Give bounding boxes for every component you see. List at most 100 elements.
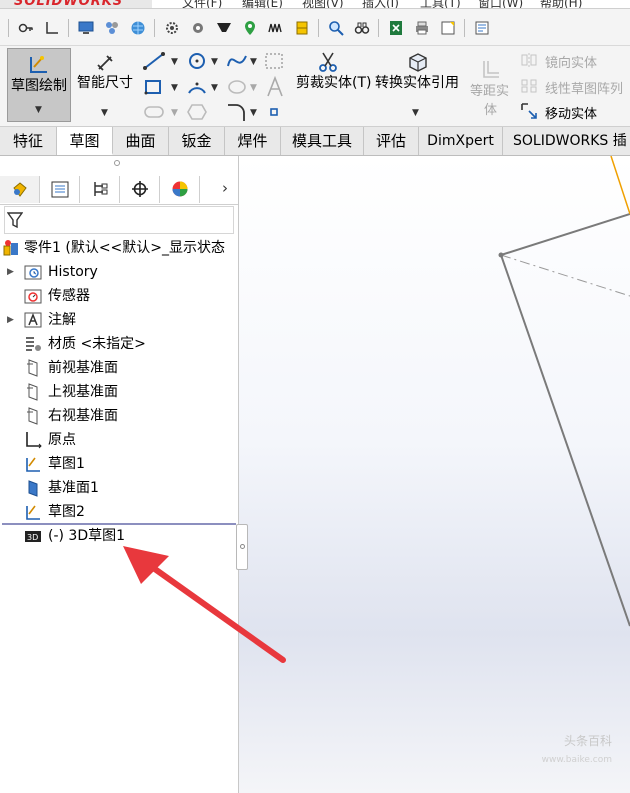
ellipse-icon[interactable]	[226, 78, 248, 96]
sensor-icon	[24, 289, 42, 304]
watermark-brand: 头条百科	[563, 734, 612, 748]
chevron-down-icon[interactable]: ▼	[211, 83, 218, 93]
tab-dimxpert[interactable]: DimXpert	[419, 127, 503, 155]
properties-icon[interactable]	[474, 20, 490, 36]
chevron-down-icon[interactable]: ▼	[171, 83, 178, 93]
linear-pattern-icon[interactable]	[520, 78, 538, 94]
centerline	[500, 254, 630, 297]
expand-arrow-icon[interactable]: ▶	[7, 309, 14, 331]
chevron-down-icon[interactable]: ▼	[211, 57, 218, 67]
tab-weldments[interactable]: 焊件	[225, 127, 281, 155]
chevron-right-icon[interactable]: ›	[222, 179, 228, 197]
text-icon[interactable]	[266, 76, 284, 98]
tree-item-label: 注解	[48, 312, 76, 328]
convert-entities-label[interactable]: 转换实体引用	[375, 72, 459, 92]
funnel-solid-icon[interactable]	[216, 20, 232, 36]
list-icon	[51, 181, 69, 198]
funnel-icon	[7, 212, 23, 229]
fillet-icon[interactable]	[226, 102, 248, 122]
expand-arrow-icon[interactable]: ▶	[7, 261, 14, 283]
toolbar-grip	[8, 19, 9, 37]
tab-surfaces[interactable]: 曲面	[113, 127, 169, 155]
tree-filter[interactable]	[4, 206, 234, 234]
line-icon[interactable]	[143, 52, 165, 70]
tab-mold-tools[interactable]: 模具工具	[281, 127, 364, 155]
configuration-manager-tab[interactable]	[80, 176, 120, 203]
magnifier-icon[interactable]	[328, 20, 344, 36]
trim-icon[interactable]	[316, 50, 340, 74]
monitor-icon[interactable]	[78, 20, 94, 36]
wave-icon[interactable]	[268, 20, 284, 36]
tab-evaluate[interactable]: 评估	[364, 127, 419, 155]
convert-entities-icon[interactable]	[406, 50, 430, 74]
polygon-icon[interactable]	[186, 103, 208, 121]
location-pin-icon[interactable]	[242, 20, 258, 36]
smart-dimension-label[interactable]: 智能尺寸	[77, 72, 133, 92]
tree-item-label: 前视基准面	[48, 360, 118, 376]
weld-icon[interactable]	[294, 20, 310, 36]
sketch-point[interactable]	[498, 252, 504, 258]
menu-tools[interactable]: 工具(T)	[420, 0, 461, 8]
chevron-down-icon[interactable]: ▼	[250, 57, 257, 67]
tab-sheet-metal[interactable]: 钣金	[169, 127, 225, 155]
circle-icon[interactable]	[186, 52, 208, 70]
display-manager-tab[interactable]	[160, 176, 200, 203]
chevron-down-icon[interactable]: ▼	[412, 108, 419, 118]
menu-insert[interactable]: 插入(I)	[362, 0, 399, 8]
tree-item-label: 基准面1	[48, 480, 99, 496]
offset-entities-label[interactable]: 等距实	[470, 80, 509, 99]
feature-manager-tab[interactable]	[0, 176, 40, 203]
sketch-line[interactable]	[500, 213, 630, 256]
sketch-line[interactable]	[500, 254, 630, 627]
globe-icon[interactable]	[130, 20, 146, 36]
point-icon[interactable]	[268, 106, 280, 118]
reference-plane-icon	[28, 480, 38, 497]
smart-dimension-icon[interactable]	[94, 52, 116, 74]
tree-item-label: 原点	[48, 432, 76, 448]
grid-icon[interactable]	[264, 52, 284, 70]
command-manager: 草图绘制 ▼ 智能尺寸 ▼ ▼ ▼ ▼ ▼ ▼ ▼ ▼ ▼ 剪裁实体(T) 转换…	[0, 46, 630, 127]
note-icon[interactable]	[440, 20, 456, 36]
sketch-icon	[26, 457, 40, 472]
chevron-down-icon[interactable]: ▼	[250, 108, 257, 118]
dimxpert-manager-tab[interactable]	[120, 176, 160, 203]
menu-help[interactable]: 帮助(H)	[540, 0, 582, 8]
menu-edit[interactable]: 编辑(E)	[242, 0, 283, 8]
sketch-corner-icon[interactable]	[44, 20, 60, 36]
graphics-area[interactable]: 头条百科 www.baike.com	[239, 156, 630, 793]
gear-icon[interactable]	[190, 20, 206, 36]
menu-view[interactable]: 视图(V)	[302, 0, 344, 8]
arc-icon[interactable]	[186, 78, 208, 96]
sketch-button[interactable]: 草图绘制 ▼	[7, 48, 71, 122]
property-manager-tab[interactable]	[40, 176, 80, 203]
rectangle-icon[interactable]	[143, 78, 165, 96]
linear-pattern-label[interactable]: 线性草图阵列	[545, 78, 623, 97]
move-icon[interactable]	[520, 102, 538, 120]
assembly-icon[interactable]	[104, 20, 120, 36]
splitter-handle[interactable]	[114, 160, 120, 166]
tab-solidworks-addins[interactable]: SOLIDWORKS 插件	[503, 127, 630, 155]
mirror-icon[interactable]	[520, 52, 538, 68]
move-entities-label[interactable]: 移动实体	[545, 103, 597, 122]
menu-window[interactable]: 窗口(W)	[478, 0, 523, 8]
chevron-down-icon[interactable]: ▼	[171, 57, 178, 67]
key-icon[interactable]	[18, 20, 34, 36]
tab-sketch[interactable]: 草图	[57, 127, 113, 155]
chevron-down-icon[interactable]: ▼	[250, 83, 257, 93]
slot-icon[interactable]	[143, 104, 165, 120]
excel-icon[interactable]	[388, 20, 404, 36]
spline-icon[interactable]	[226, 52, 248, 70]
menu-file[interactable]: 文件(F)	[182, 0, 222, 8]
offset-entities-icon[interactable]	[480, 58, 502, 80]
binoculars-icon[interactable]	[354, 20, 370, 36]
trim-entities-label[interactable]: 剪裁实体(T)	[296, 72, 371, 92]
tree-item-label: History	[48, 264, 98, 280]
printer-icon[interactable]	[414, 20, 430, 36]
gear-icon[interactable]	[164, 20, 180, 36]
tab-features[interactable]: 特征	[0, 127, 57, 155]
toolbar-separator	[154, 19, 155, 37]
svg-text:3D: 3D	[27, 533, 38, 542]
mirror-entities-label[interactable]: 镜向实体	[545, 52, 597, 71]
chevron-down-icon[interactable]: ▼	[171, 108, 178, 118]
chevron-down-icon[interactable]: ▼	[101, 108, 108, 118]
